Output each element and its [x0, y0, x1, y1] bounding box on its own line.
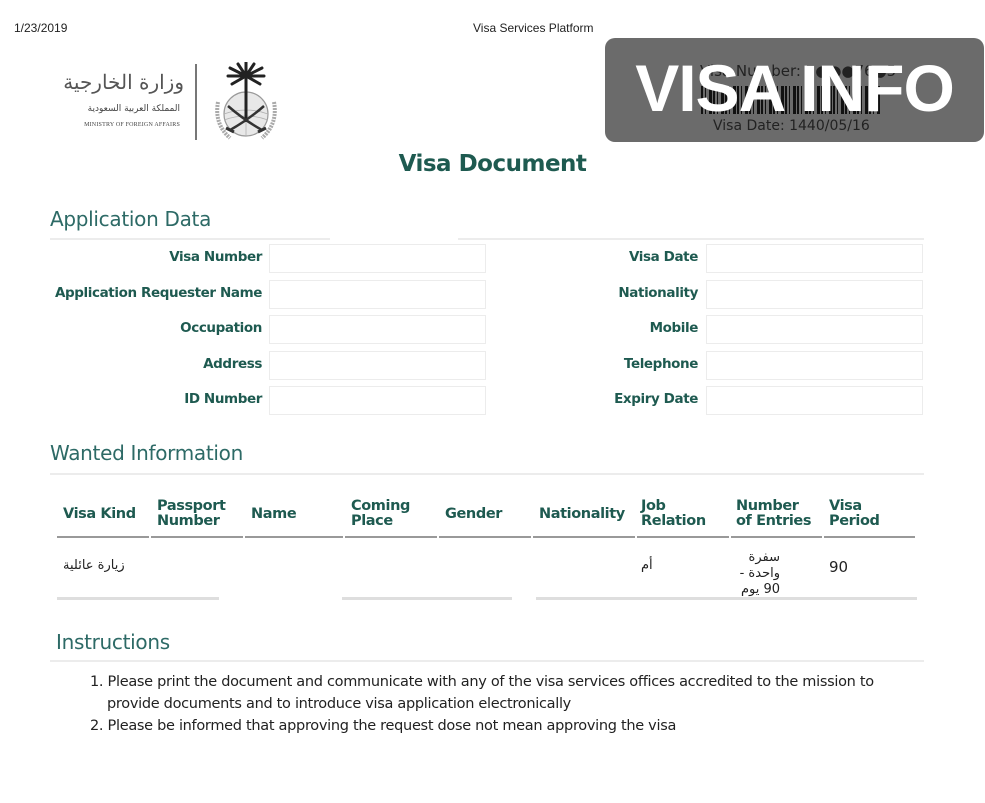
header-line: Gender: [445, 506, 503, 522]
instruction-item: 1. Please print the document and communi…: [90, 674, 874, 712]
field-label-id-number: ID Number: [184, 391, 262, 407]
saudi-emblem-icon: [215, 62, 277, 140]
column-rule: [345, 536, 437, 538]
header-line: Visa Kind: [63, 506, 136, 522]
column-rule: [533, 536, 635, 538]
print-date: 1/23/2019: [14, 21, 68, 35]
field-address: [269, 351, 486, 380]
column-header-name: Name: [251, 506, 297, 522]
instruction-item: 2. Please be informed that approving the…: [90, 718, 677, 734]
column-rule: [151, 536, 243, 538]
column-header-number-of-entries: Number of Entries: [736, 499, 811, 529]
table-bottom-rule: [342, 597, 512, 600]
header-line: Nationality: [539, 506, 625, 522]
section-divider: [458, 238, 924, 240]
section-divider: [50, 660, 924, 662]
field-label-mobile: Mobile: [649, 320, 699, 336]
field-id-number: [269, 386, 486, 415]
logo-arabic-subtitle: المملكة العربية السعودية: [87, 104, 180, 114]
section-divider: [50, 473, 924, 475]
header-line: of Entries: [736, 513, 812, 529]
table-bottom-rule: [536, 597, 917, 600]
field-expiry-date: [706, 386, 923, 415]
column-rule: [439, 536, 531, 538]
cell-number-of-entries: سفرة واحدة - 90 يوم: [736, 550, 780, 598]
field-visa-number: [269, 244, 486, 273]
field-visa-date: [706, 244, 923, 273]
ministry-logo: وزارة الخارجية المملكة العربية السعودية …: [63, 62, 304, 144]
header-line: Period: [829, 513, 880, 529]
field-occupation: [269, 315, 486, 344]
column-header-passport-number: Passport Number: [157, 499, 226, 529]
header-line: Number: [736, 498, 799, 514]
wanted-information-heading: Wanted Information: [50, 441, 243, 465]
document-title: Visa Document: [398, 151, 587, 177]
column-header-job-relation: Job Relation: [641, 499, 706, 529]
field-nationality: [706, 280, 923, 309]
cell-visa-kind: زيارة عائلية: [63, 558, 125, 573]
field-requester-name: [269, 280, 486, 309]
header-line: Place: [351, 513, 393, 529]
field-label-expiry-date: Expiry Date: [614, 391, 698, 407]
column-header-visa-kind: Visa Kind: [63, 507, 136, 522]
section-divider: [50, 238, 330, 240]
column-header-gender: Gender: [445, 507, 502, 522]
column-rule: [731, 536, 822, 538]
table-bottom-rule: [57, 597, 219, 600]
instructions-heading: Instructions: [56, 630, 170, 654]
visa-info-overlay-text: VISA INFO: [635, 51, 955, 125]
cell-visa-period: 90: [829, 558, 849, 576]
field-mobile: [706, 315, 923, 344]
field-label-nationality: Nationality: [618, 285, 698, 301]
header-line: Passport: [157, 498, 226, 514]
column-header-visa-period: Visa Period: [829, 499, 880, 529]
field-label-visa-number: Visa Number: [169, 249, 262, 265]
application-data-heading: Application Data: [50, 207, 212, 231]
field-label-visa-date: Visa Date: [628, 249, 698, 265]
header-line: Coming: [351, 498, 410, 514]
header-line: Number: [157, 513, 220, 529]
field-telephone: [706, 351, 923, 380]
header-line: Job: [641, 498, 666, 514]
logo-divider: [195, 64, 197, 140]
column-header-coming-place: Coming Place: [351, 499, 410, 529]
field-label-address: Address: [203, 356, 262, 372]
field-label-requester-name: Application Requester Name: [54, 285, 262, 301]
header-line: Name: [251, 506, 297, 522]
print-header-title: Visa Services Platform: [473, 21, 594, 35]
header-line: Visa: [829, 498, 862, 514]
column-rule: [637, 536, 729, 538]
column-rule: [824, 536, 915, 538]
cell-job-relation: أم: [641, 558, 653, 573]
column-rule: [245, 536, 343, 538]
entries-line: 90 يوم: [740, 582, 780, 597]
visa-info-badge: Visa Number: 7●●●76●5 Visa Date: 1440/05…: [605, 38, 984, 142]
instructions-list: 1. Please print the document and communi…: [90, 671, 920, 737]
header-line: Relation: [641, 513, 706, 529]
column-rule: [57, 536, 149, 538]
column-header-nationality: Nationality: [539, 507, 625, 522]
logo-arabic-title: وزارة الخارجية: [63, 70, 184, 94]
field-label-occupation: Occupation: [180, 320, 262, 336]
field-label-telephone: Telephone: [623, 356, 698, 372]
entries-line: سفرة واحدة -: [739, 550, 780, 581]
logo-english-name: MINISTRY OF FOREIGN AFFAIRS: [84, 122, 180, 128]
